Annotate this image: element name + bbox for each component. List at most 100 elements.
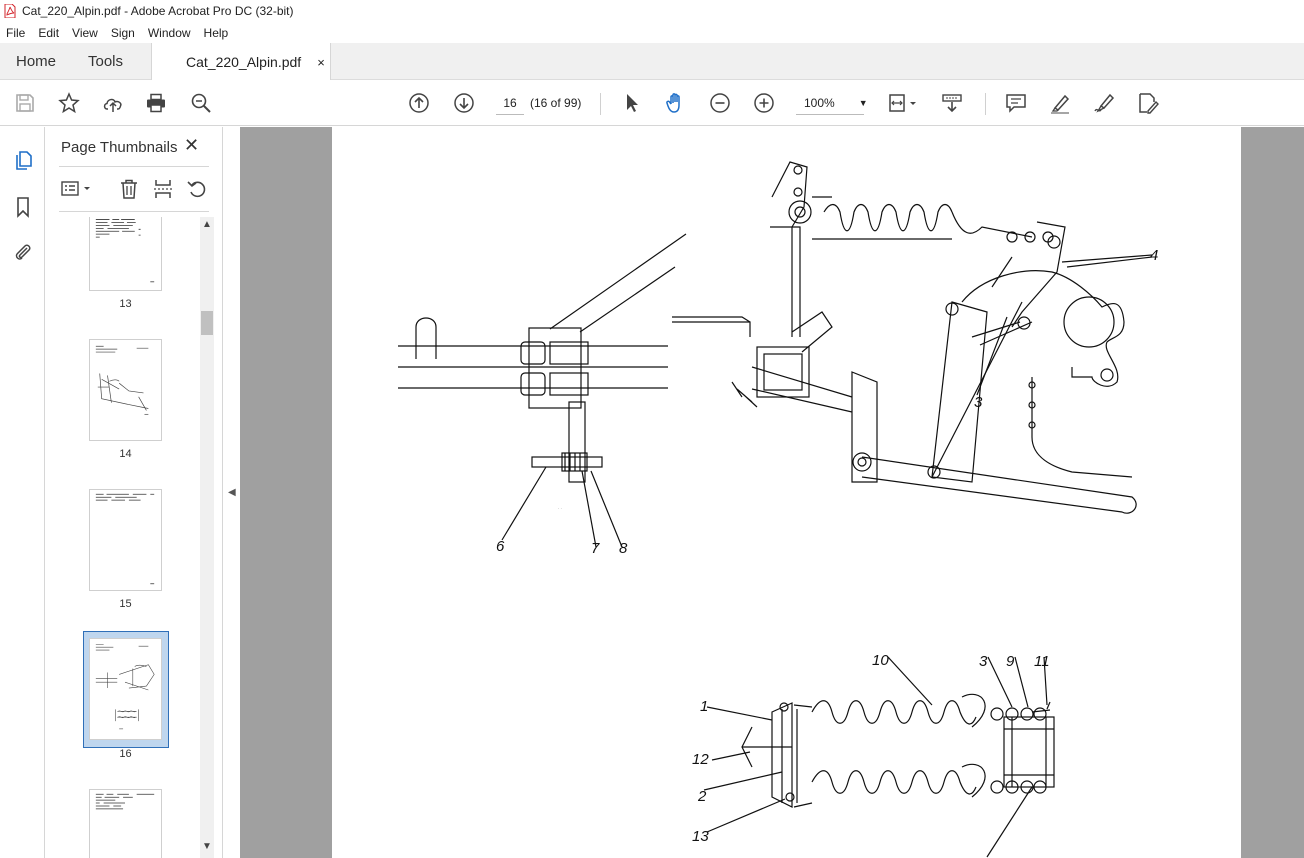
menu-bar: File Edit View Sign Window Help bbox=[0, 22, 1304, 43]
scroll-up-icon[interactable]: ▲ bbox=[200, 219, 214, 230]
left-navigation-rail bbox=[0, 127, 45, 858]
rotate-pages-button[interactable] bbox=[185, 177, 209, 201]
draw-button[interactable] bbox=[1091, 90, 1117, 116]
callout-label: 11 bbox=[1034, 653, 1050, 670]
page-thumbnails-panel: Page Thumbnails ✕ 13 14 15 16 ▲ ▼ bbox=[45, 127, 222, 858]
zoom-out-button[interactable] bbox=[707, 90, 733, 116]
menu-sign[interactable]: Sign bbox=[103, 26, 140, 40]
page-thumbnails-rail-button[interactable] bbox=[10, 147, 36, 173]
divider bbox=[59, 166, 209, 167]
cloud-upload-icon bbox=[103, 98, 122, 112]
edit-document-icon bbox=[1139, 93, 1159, 114]
bookmarks-rail-button[interactable] bbox=[10, 194, 36, 220]
panel-title: Page Thumbnails bbox=[61, 139, 178, 156]
fit-page-icon bbox=[889, 94, 916, 112]
paperclip-icon bbox=[15, 244, 31, 260]
extract-pages-button[interactable] bbox=[151, 177, 175, 201]
window-title: Cat_220_Alpin.pdf - Adobe Acrobat Pro DC… bbox=[22, 4, 294, 18]
thumbnail-list: 13 14 15 16 bbox=[45, 217, 200, 858]
callout-label: 9 bbox=[1006, 653, 1015, 670]
menu-view[interactable]: View bbox=[64, 26, 103, 40]
panel-close-button[interactable]: ✕ bbox=[184, 135, 199, 156]
callout-label: 3 bbox=[974, 394, 983, 411]
page-fit-button[interactable] bbox=[886, 90, 920, 116]
bookmark-star-button[interactable] bbox=[56, 90, 82, 116]
callout-label: 7 bbox=[591, 540, 600, 557]
menu-help[interactable]: Help bbox=[196, 26, 234, 40]
callout-label: 2 bbox=[698, 788, 707, 805]
next-page-button[interactable] bbox=[451, 90, 477, 116]
fill-sign-button[interactable] bbox=[1135, 90, 1161, 116]
page-preview bbox=[95, 793, 155, 810]
zoom-level-value: 100% bbox=[804, 95, 835, 110]
collapse-panel-icon[interactable]: ◀ bbox=[228, 487, 236, 498]
list-options-icon bbox=[61, 181, 90, 196]
thumbnail-label: 16 bbox=[119, 748, 132, 760]
main-toolbar: 16 (16 of 99) 100% ▼ bbox=[0, 80, 1304, 126]
tab-home[interactable]: Home bbox=[16, 43, 56, 80]
upload-cloud-button[interactable] bbox=[100, 90, 126, 116]
cursor-arrow-icon bbox=[627, 94, 638, 112]
callout-label: 6 bbox=[496, 538, 505, 555]
save-button[interactable] bbox=[12, 90, 38, 116]
minus-circle-icon bbox=[710, 93, 730, 113]
thumbnail-label: 14 bbox=[119, 448, 132, 460]
hand-tool-button[interactable] bbox=[663, 90, 689, 116]
arrow-up-circle-icon bbox=[409, 93, 429, 113]
attachments-rail-button[interactable] bbox=[10, 239, 36, 265]
delete-pages-button[interactable] bbox=[117, 177, 141, 201]
technical-drawing-lower bbox=[703, 656, 1055, 858]
thumbnail-toolbar bbox=[59, 175, 209, 203]
callout-label: 12 bbox=[692, 751, 709, 768]
page-preview bbox=[95, 643, 155, 730]
comment-button[interactable] bbox=[1003, 90, 1029, 116]
printer-icon bbox=[147, 93, 165, 113]
highlight-button[interactable] bbox=[1047, 90, 1073, 116]
comment-icon bbox=[1006, 94, 1026, 113]
page-preview bbox=[95, 219, 155, 283]
previous-page-button[interactable] bbox=[406, 90, 432, 116]
technical-drawing-upper: · · bbox=[398, 161, 1153, 548]
menu-file[interactable]: File bbox=[0, 26, 30, 40]
select-tool-button[interactable] bbox=[619, 90, 645, 116]
divider bbox=[59, 211, 209, 212]
thumbnail-scrollbar[interactable]: ▲ ▼ bbox=[200, 217, 214, 858]
thumbnail-label: 13 bbox=[119, 298, 132, 310]
star-icon bbox=[58, 92, 80, 114]
zoom-in-button[interactable] bbox=[751, 90, 777, 116]
find-button[interactable] bbox=[188, 90, 214, 116]
save-icon bbox=[16, 94, 34, 112]
menu-window[interactable]: Window bbox=[140, 26, 196, 40]
page-number-input[interactable]: 16 bbox=[496, 91, 524, 115]
highlighter-icon bbox=[1051, 94, 1070, 114]
document-view[interactable]: · · 6 7 8 3 4 10 3 9 11 1 12 2 13 bbox=[240, 127, 1304, 858]
scrollbar-thumb[interactable] bbox=[201, 311, 213, 335]
menu-edit[interactable]: Edit bbox=[30, 26, 64, 40]
tab-bar: Home Tools Cat_220_Alpin.pdf × bbox=[0, 43, 1304, 81]
scroll-mode-button[interactable] bbox=[939, 90, 965, 116]
toolbar-divider bbox=[985, 93, 986, 115]
scroll-down-icon[interactable]: ▼ bbox=[200, 841, 214, 852]
tab-close-button[interactable]: × bbox=[317, 55, 325, 70]
arrow-down-circle-icon bbox=[454, 93, 474, 113]
svg-text:· ·: · · bbox=[558, 506, 562, 511]
panel-splitter[interactable]: ◀ bbox=[222, 127, 240, 858]
thumbnail-page-14[interactable] bbox=[89, 339, 162, 441]
split-pages-icon bbox=[154, 180, 172, 198]
tab-document[interactable]: Cat_220_Alpin.pdf × bbox=[151, 43, 331, 81]
thumbnail-page-16[interactable] bbox=[89, 638, 162, 740]
tab-document-label: Cat_220_Alpin.pdf bbox=[186, 54, 302, 70]
thumbnail-page-15[interactable] bbox=[89, 489, 162, 591]
print-button[interactable] bbox=[143, 90, 169, 116]
acrobat-pdf-icon bbox=[4, 4, 16, 18]
zoom-level-select[interactable]: 100% ▼ bbox=[796, 91, 868, 115]
options-menu-button[interactable] bbox=[59, 177, 95, 201]
toolbar-divider bbox=[600, 93, 601, 115]
pdf-page: · · 6 7 8 3 4 10 3 9 11 1 12 2 13 bbox=[332, 127, 1241, 858]
page-preview bbox=[95, 345, 149, 415]
thumbnail-page-17[interactable] bbox=[89, 789, 162, 858]
tab-tools[interactable]: Tools bbox=[88, 43, 123, 80]
pen-draw-icon bbox=[1094, 93, 1115, 113]
rotate-icon bbox=[187, 181, 206, 198]
thumbnail-page-13[interactable] bbox=[89, 217, 162, 291]
